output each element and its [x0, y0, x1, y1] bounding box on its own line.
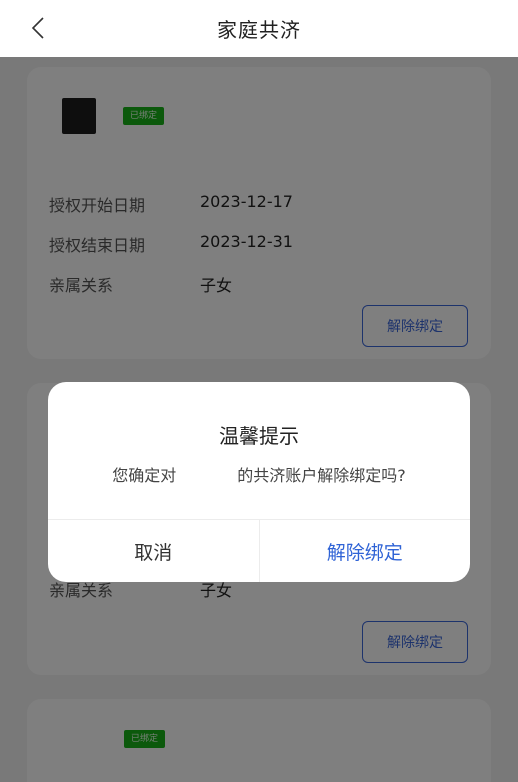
page-title: 家庭共济 — [217, 18, 301, 42]
dialog-actions: 取消 解除绑定 — [48, 519, 470, 582]
confirm-unbind-button[interactable]: 解除绑定 — [260, 520, 471, 582]
header-bar: 家庭共济 — [0, 0, 518, 57]
screen: 家庭共济 已绑定 授权开始日期 2023-12-17 授权结束日期 2023-1… — [0, 0, 518, 782]
dialog-message: 您确定对 的共济账户解除绑定吗? — [112, 466, 406, 485]
confirm-dialog: 温馨提示 您确定对 的共济账户解除绑定吗? 取消 解除绑定 — [48, 382, 470, 582]
chevron-left-icon[interactable] — [26, 16, 50, 40]
cancel-button[interactable]: 取消 — [48, 520, 260, 582]
dialog-title: 温馨提示 — [219, 424, 299, 448]
